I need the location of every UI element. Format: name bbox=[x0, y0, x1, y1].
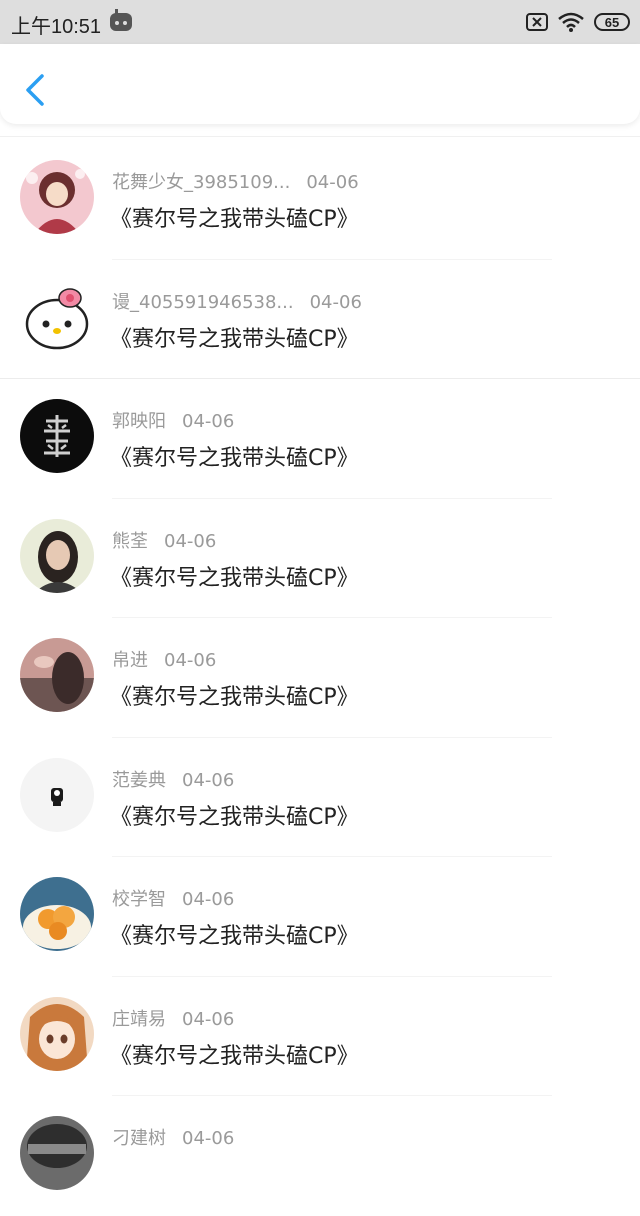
commenter-name[interactable]: 郭映阳 bbox=[112, 411, 166, 432]
game-controller-icon bbox=[110, 9, 132, 31]
wifi-icon bbox=[558, 12, 584, 32]
avatar[interactable] bbox=[20, 757, 94, 832]
comment-date: 04-06 bbox=[182, 1128, 235, 1149]
comment-list: 花舞少女_3985109... 04-06 《赛尔号之我带头磕CP》 谩_4055… bbox=[0, 140, 640, 1216]
avatar[interactable] bbox=[20, 279, 94, 354]
comment-title[interactable]: 《赛尔号之我带头磕CP》 bbox=[110, 679, 359, 711]
list-item[interactable]: 谩_405591946538... 04-06 《赛尔号之我带头磕CP》 bbox=[0, 260, 640, 379]
comment-date: 04-06 bbox=[182, 1008, 235, 1030]
back-button[interactable] bbox=[18, 68, 54, 112]
comment-title[interactable]: 《赛尔号之我带头磕CP》 bbox=[110, 201, 359, 233]
commenter-name[interactable]: 范姜典 bbox=[112, 770, 166, 791]
avatar[interactable] bbox=[20, 518, 94, 593]
list-item[interactable]: 花舞少女_3985109... 04-06 《赛尔号之我带头磕CP》 bbox=[0, 140, 640, 260]
chevron-left-icon bbox=[26, 74, 44, 106]
commenter-name[interactable]: 庄靖易 bbox=[112, 1009, 166, 1030]
divider bbox=[0, 136, 640, 137]
header bbox=[0, 44, 640, 124]
comment-title[interactable]: 《赛尔号之我带头磕CP》 bbox=[110, 1038, 359, 1070]
commenter-name[interactable]: 刁建树 bbox=[112, 1128, 166, 1149]
comment-date: 04-06 bbox=[182, 769, 235, 791]
list-item[interactable]: 刁建树 04-06 bbox=[0, 1096, 640, 1216]
avatar[interactable] bbox=[20, 638, 94, 712]
status-bar: 上午10:51 65 bbox=[0, 0, 640, 44]
list-item[interactable]: 校学智 04-06 《赛尔号之我带头磕CP》 bbox=[0, 857, 640, 977]
comment-title[interactable]: 《赛尔号之我带头磕CP》 bbox=[110, 918, 359, 950]
comment-title[interactable]: 《赛尔号之我带头磕CP》 bbox=[110, 321, 359, 353]
sim-absent-icon bbox=[526, 13, 548, 31]
commenter-name[interactable]: 熊荃 bbox=[112, 531, 148, 552]
comment-date: 04-06 bbox=[306, 172, 359, 193]
comment-date: 04-06 bbox=[182, 411, 235, 432]
comment-date: 04-06 bbox=[182, 889, 235, 910]
comment-date: 04-06 bbox=[164, 530, 217, 552]
avatar[interactable] bbox=[20, 996, 94, 1071]
list-item[interactable]: 范姜典 04-06 《赛尔号之我带头磕CP》 bbox=[0, 738, 640, 857]
commenter-name[interactable]: 校学智 bbox=[112, 889, 166, 910]
avatar[interactable] bbox=[20, 1116, 94, 1190]
commenter-name[interactable]: 帛进 bbox=[112, 650, 148, 671]
avatar[interactable] bbox=[20, 399, 94, 473]
commenter-name[interactable]: 花舞少女_3985109... bbox=[112, 172, 290, 193]
comment-date: 04-06 bbox=[309, 291, 362, 313]
commenter-name[interactable]: 谩_405591946538... bbox=[112, 292, 294, 313]
comment-date: 04-06 bbox=[164, 650, 217, 671]
status-time: 上午10:51 bbox=[11, 16, 102, 38]
list-item[interactable]: 帛进 04-06 《赛尔号之我带头磕CP》 bbox=[0, 618, 640, 738]
comment-title[interactable]: 《赛尔号之我带头磕CP》 bbox=[110, 560, 359, 592]
list-item[interactable]: 熊荃 04-06 《赛尔号之我带头磕CP》 bbox=[0, 499, 640, 618]
avatar[interactable] bbox=[20, 160, 94, 234]
comment-title[interactable]: 《赛尔号之我带头磕CP》 bbox=[110, 799, 359, 831]
avatar[interactable] bbox=[20, 877, 94, 951]
comment-title[interactable]: 《赛尔号之我带头磕CP》 bbox=[110, 440, 359, 472]
list-item[interactable]: 庄靖易 04-06 《赛尔号之我带头磕CP》 bbox=[0, 977, 640, 1096]
list-item[interactable]: 郭映阳 04-06 《赛尔号之我带头磕CP》 bbox=[0, 379, 640, 499]
status-icons: 65 bbox=[526, 10, 630, 34]
battery-level: 65 bbox=[604, 14, 620, 30]
battery-icon: 65 bbox=[594, 13, 630, 31]
